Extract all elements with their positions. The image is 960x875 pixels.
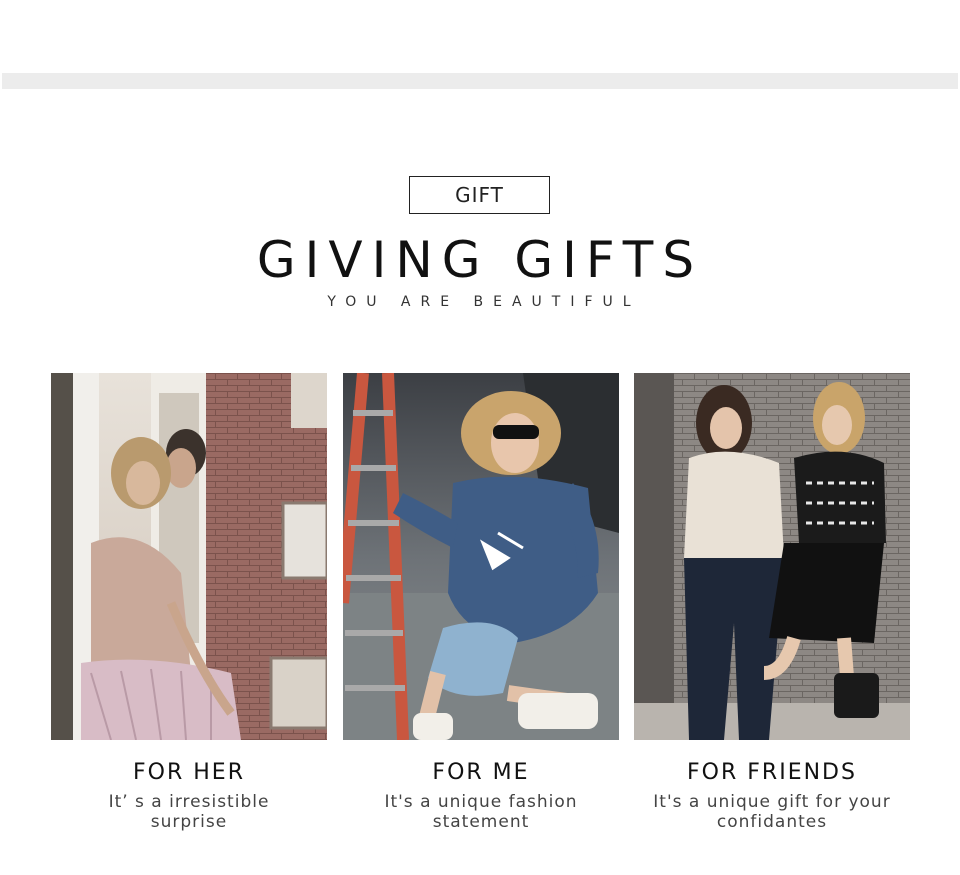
gift-card-for-me[interactable]: FOR ME It's a unique fashion statement — [343, 373, 619, 832]
for-me-photo[interactable] — [343, 373, 619, 740]
gift-tag: GIFT — [409, 176, 550, 214]
card-description: It's a unique fashion statement — [384, 792, 578, 832]
gift-card-for-friends[interactable]: FOR FRIENDS It's a unique gift for your … — [634, 373, 910, 832]
page-title: GIVING GIFTS — [256, 231, 704, 289]
card-title: FOR HER — [133, 760, 245, 785]
card-description: It's a unique gift for your confidantes — [653, 792, 891, 832]
for-her-photo[interactable] — [51, 373, 327, 740]
gift-card-for-her[interactable]: FOR HER It’ s a irresistible surprise — [51, 373, 327, 832]
for-friends-photo[interactable] — [634, 373, 910, 740]
card-description: It’ s a irresistible surprise — [108, 792, 270, 832]
card-title: FOR ME — [432, 760, 530, 785]
top-divider-band — [2, 73, 958, 89]
page-tagline: YOU ARE BEAUTIFUL — [327, 294, 641, 310]
card-title: FOR FRIENDS — [687, 760, 857, 785]
